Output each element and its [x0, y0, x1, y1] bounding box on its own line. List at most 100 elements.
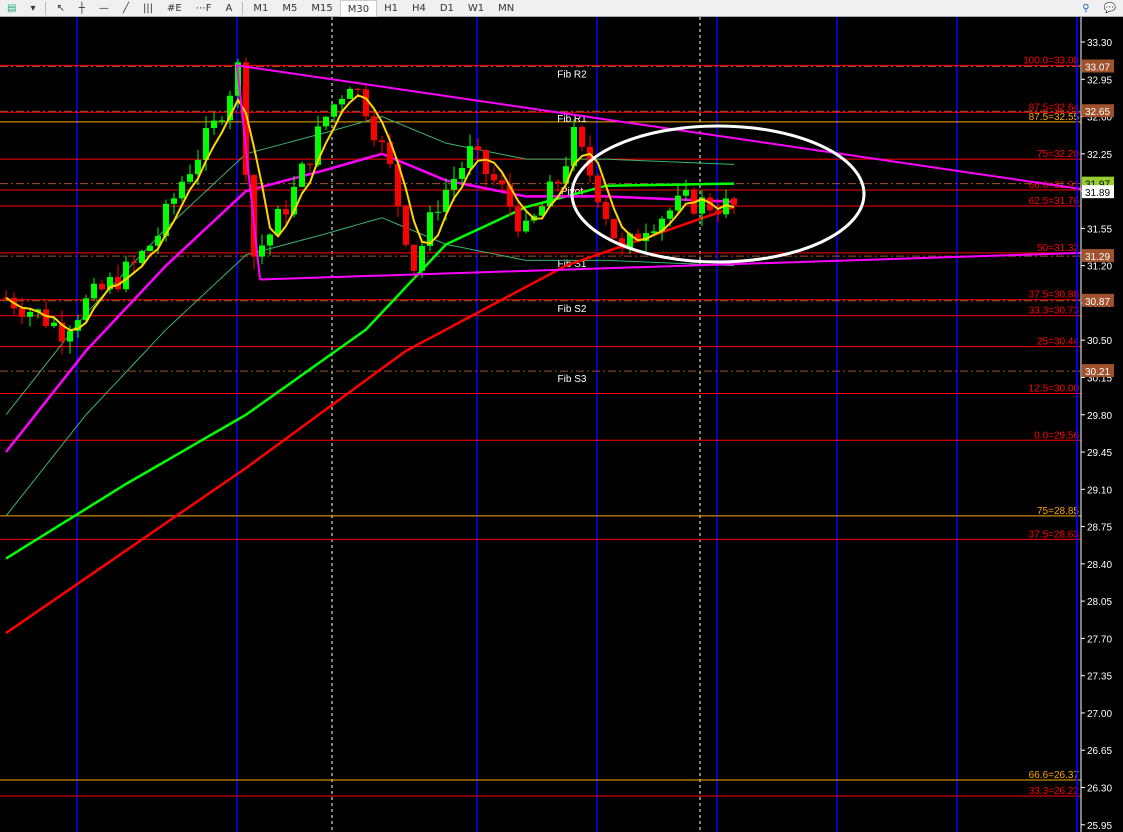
candle-body: [499, 180, 505, 185]
candle-body: [515, 206, 521, 232]
candle-body: [371, 116, 377, 141]
chart-type-icon[interactable]: ▤: [0, 0, 23, 17]
highlight-ellipse: [570, 124, 866, 264]
y-tick-label: 27.70: [1087, 634, 1112, 645]
timeframe-group: M1 M5 M15 M30 H1 H4 D1 W1 MN: [246, 0, 521, 17]
candle-body: [675, 195, 681, 211]
candle-body: [555, 181, 561, 184]
candle-body: [355, 88, 361, 90]
candle-body: [603, 202, 609, 220]
candle-body: [51, 322, 57, 326]
y-tick-label: 28.75: [1087, 523, 1112, 534]
y-tick-label: 32.25: [1087, 150, 1112, 161]
bollinger-upper: [5, 116, 735, 416]
candle-body: [187, 174, 193, 182]
candle-body: [27, 311, 33, 317]
candle-body: [683, 189, 689, 196]
candle-body: [403, 205, 409, 245]
timeframe-m1[interactable]: M1: [246, 0, 275, 17]
y-tick-label: 31.55: [1087, 224, 1112, 235]
candle-body: [99, 283, 105, 290]
ma-magenta-line: [5, 152, 735, 453]
candle-body: [347, 88, 353, 99]
candle-body: [419, 245, 425, 271]
hline-tool-icon[interactable]: —: [92, 0, 116, 17]
candle-body: [611, 219, 617, 239]
chat-icon[interactable]: 💬: [1097, 0, 1123, 17]
candle-body: [283, 208, 289, 215]
candle-body: [579, 126, 585, 147]
fib-level-label: 12.5=30.00: [1029, 383, 1080, 394]
price-tag-label: 30.21: [1085, 367, 1110, 378]
candle-body: [275, 208, 281, 235]
trendline-tool-icon[interactable]: ╱: [116, 0, 136, 17]
y-tick-label: 25.95: [1087, 821, 1112, 832]
tool-dropdown[interactable]: ▾: [23, 0, 42, 17]
y-tick-label: 27.00: [1087, 709, 1112, 720]
timeframe-h1[interactable]: H1: [377, 0, 405, 17]
candle-body: [379, 140, 385, 143]
timeframe-h4[interactable]: H4: [405, 0, 433, 17]
fib-level-label: 0.0=29.56: [1034, 430, 1079, 441]
cursor-tool-icon[interactable]: ↖: [49, 0, 71, 17]
y-tick-label: 30.50: [1087, 336, 1112, 347]
candle-body: [411, 244, 417, 271]
candle-body: [571, 126, 577, 167]
price-tag-label: 32.65: [1085, 107, 1110, 118]
fib-level-label: 25=30.44: [1037, 337, 1079, 348]
candle-body: [259, 245, 265, 257]
candle-body: [667, 210, 673, 219]
price-chart[interactable]: 100.0=33.0887.5=32.6487.5=32.5575=32.206…: [0, 17, 1123, 832]
candle-body: [595, 175, 601, 203]
text-tool-icon[interactable]: A: [219, 0, 240, 17]
candle-body: [83, 298, 89, 321]
candle-body: [179, 181, 185, 199]
search-icon[interactable]: ⚲: [1075, 0, 1096, 17]
y-tick-label: 32.95: [1087, 75, 1112, 86]
candle-body: [123, 261, 129, 290]
price-tag-label: 31.89: [1085, 188, 1110, 199]
timeframe-m15[interactable]: M15: [304, 0, 339, 17]
fib-level-label: 75=32.20: [1037, 149, 1079, 160]
candle-body: [299, 163, 305, 187]
timeframe-w1[interactable]: W1: [461, 0, 491, 17]
fibo-tool-icon[interactable]: ⋯F: [189, 0, 219, 17]
candle-body: [731, 198, 737, 205]
fib-level-label: 37.5=28.63: [1029, 529, 1080, 540]
y-tick-label: 26.30: [1087, 784, 1112, 795]
candle-body: [323, 116, 329, 127]
candle-body: [331, 104, 337, 117]
fib-level-label: 37.5=30.88: [1029, 290, 1080, 301]
y-tick-label: 28.05: [1087, 597, 1112, 608]
timeframe-m30[interactable]: M30: [339, 0, 378, 17]
candle-body: [147, 245, 153, 251]
y-tick-label: 28.40: [1087, 560, 1112, 571]
candle-body: [715, 210, 721, 215]
fib-level-label: 87.5=32.55: [1029, 112, 1080, 123]
separator: [242, 1, 244, 15]
candle-body: [467, 146, 473, 169]
y-tick-label: 29.80: [1087, 411, 1112, 422]
fib-level-label: 100.0=33.08: [1023, 55, 1079, 66]
crosshair-tool-icon[interactable]: ┼: [72, 0, 92, 17]
candle-body: [139, 250, 145, 263]
channel-tool-icon[interactable]: #E: [160, 0, 189, 17]
candle-body: [171, 198, 177, 204]
candle-body: [131, 261, 137, 263]
timeframe-d1[interactable]: D1: [433, 0, 461, 17]
vline-tool-icon[interactable]: |||: [136, 0, 160, 17]
fib-level-label: 33.3=30.73: [1029, 306, 1080, 317]
candle-body: [475, 146, 481, 151]
y-tick-label: 31.20: [1087, 262, 1112, 273]
candle-body: [451, 178, 457, 190]
price-tag-label: 30.87: [1085, 297, 1110, 308]
pivot-label: Fib R2: [557, 69, 587, 80]
timeframe-mn[interactable]: MN: [491, 0, 521, 17]
timeframe-m5[interactable]: M5: [275, 0, 304, 17]
y-tick-label: 27.35: [1087, 672, 1112, 683]
toolbar: ▤ ▾ ↖ ┼ — ╱ ||| #E ⋯F A M1 M5 M15 M30 H1 H4 D1…: [0, 0, 1123, 17]
candle-body: [483, 150, 489, 175]
candle-body: [459, 168, 465, 179]
y-tick-label: 33.30: [1087, 38, 1112, 49]
candle-body: [267, 234, 273, 246]
